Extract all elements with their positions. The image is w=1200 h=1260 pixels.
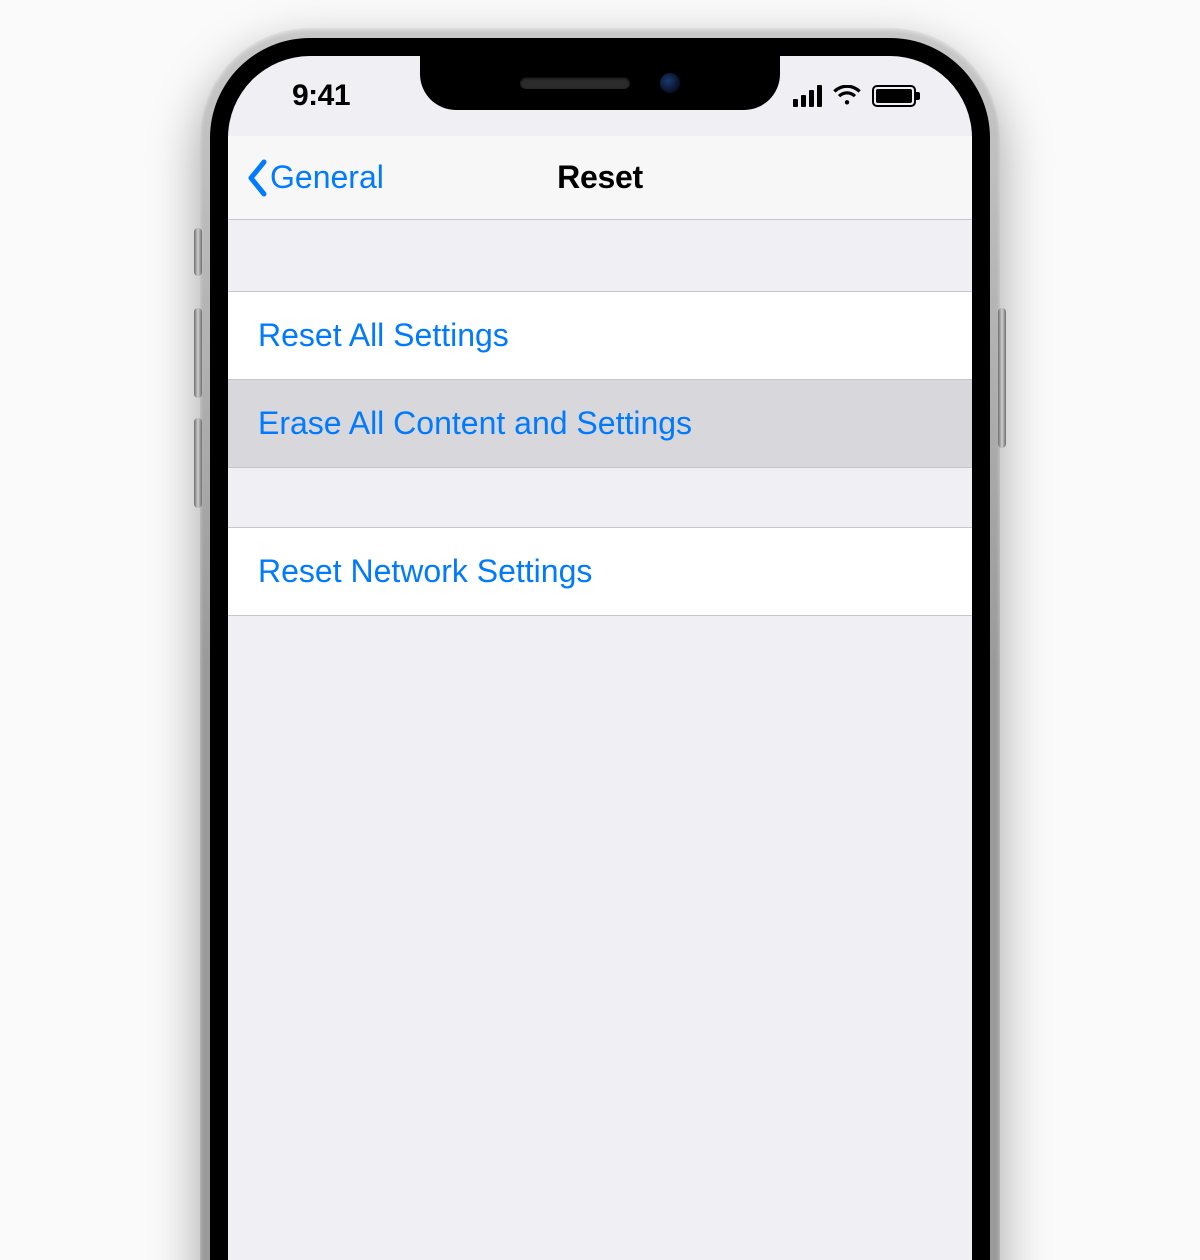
speaker-grill xyxy=(520,77,630,89)
cell-label: Erase All Content and Settings xyxy=(258,405,692,442)
settings-list[interactable]: Reset All Settings Erase All Content and… xyxy=(228,220,972,1260)
volume-up-button xyxy=(194,308,202,398)
group-spacer xyxy=(228,220,972,292)
cellular-signal-icon xyxy=(793,85,822,107)
battery-icon xyxy=(872,85,916,107)
back-button[interactable]: General xyxy=(246,159,384,197)
phone-frame: 9:41 xyxy=(200,28,1000,1260)
screen: 9:41 xyxy=(228,56,972,1260)
front-camera xyxy=(660,73,680,93)
status-time: 9:41 xyxy=(292,79,350,113)
reset-all-settings-cell[interactable]: Reset All Settings xyxy=(228,292,972,380)
notch xyxy=(420,56,780,110)
wifi-icon xyxy=(832,85,862,107)
page-title: Reset xyxy=(557,159,643,196)
mute-switch xyxy=(194,228,202,276)
side-button xyxy=(998,308,1006,448)
cell-label: Reset Network Settings xyxy=(258,553,592,590)
group-spacer xyxy=(228,468,972,528)
back-button-label: General xyxy=(270,159,384,196)
reset-network-settings-cell[interactable]: Reset Network Settings xyxy=(228,528,972,616)
chevron-left-icon xyxy=(246,159,268,197)
erase-all-content-cell[interactable]: Erase All Content and Settings xyxy=(228,380,972,468)
volume-down-button xyxy=(194,418,202,508)
cell-label: Reset All Settings xyxy=(258,317,509,354)
navigation-bar: General Reset xyxy=(228,136,972,220)
